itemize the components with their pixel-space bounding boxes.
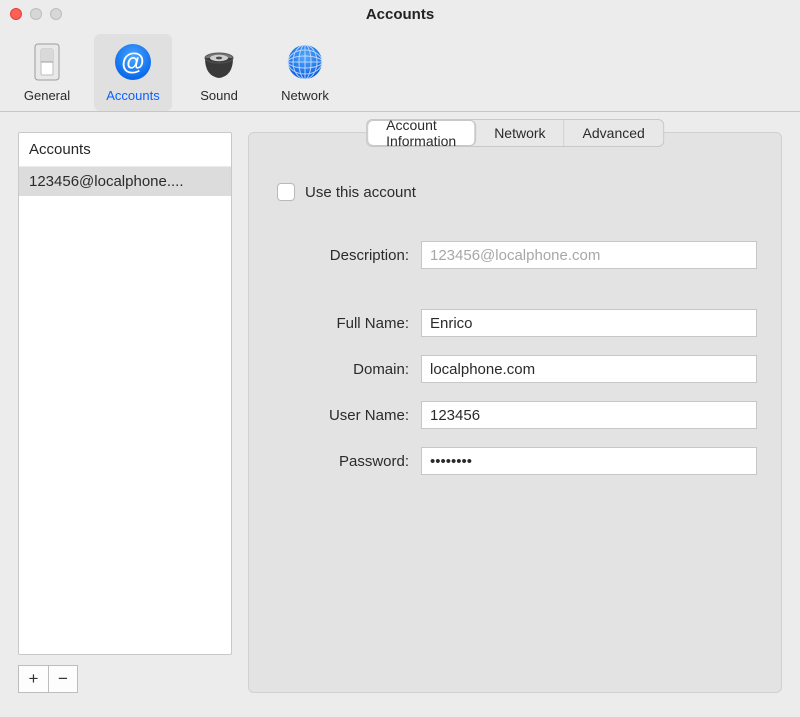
full-name-label: Full Name:	[273, 315, 421, 332]
domain-input[interactable]	[421, 355, 757, 383]
main-content: Accounts 123456@localphone.... + − Accou…	[0, 112, 800, 711]
password-label: Password:	[273, 453, 421, 470]
toolbar-item-sound[interactable]: Sound	[180, 34, 258, 111]
at-icon: @	[111, 40, 155, 84]
toolbar-item-label: Accounts	[106, 88, 159, 103]
accounts-sidebar: Accounts 123456@localphone.... + −	[18, 132, 232, 693]
password-row: Password:	[273, 447, 757, 475]
add-account-button[interactable]: +	[18, 665, 48, 693]
description-row: Description:	[273, 241, 757, 269]
detail-tabs: Account Information Network Advanced	[366, 119, 664, 147]
toolbar-item-network[interactable]: Network	[266, 34, 344, 111]
full-name-input[interactable]	[421, 309, 757, 337]
accounts-list: Accounts 123456@localphone....	[18, 132, 232, 655]
use-account-label: Use this account	[305, 184, 416, 201]
toolbar-item-label: Sound	[200, 88, 238, 103]
tab-account-information[interactable]: Account Information	[368, 121, 475, 145]
use-account-row: Use this account	[277, 183, 757, 201]
account-list-item[interactable]: 123456@localphone....	[19, 167, 231, 196]
titlebar: Accounts	[0, 0, 800, 28]
accounts-list-header: Accounts	[19, 133, 231, 167]
toolbar-item-accounts[interactable]: @ Accounts	[94, 34, 172, 111]
switch-icon	[25, 40, 69, 84]
password-input[interactable]	[421, 447, 757, 475]
window-title: Accounts	[0, 6, 800, 23]
description-label: Description:	[273, 247, 421, 264]
account-form: Use this account Description: Full Name:…	[249, 153, 781, 517]
user-name-label: User Name:	[273, 407, 421, 424]
preferences-toolbar: General @ Accounts Sound	[0, 28, 800, 112]
description-input[interactable]	[421, 241, 757, 269]
user-name-row: User Name:	[273, 401, 757, 429]
toolbar-item-general[interactable]: General	[8, 34, 86, 111]
svg-text:@: @	[121, 49, 144, 76]
use-account-checkbox[interactable]	[277, 183, 295, 201]
tab-advanced[interactable]: Advanced	[565, 120, 663, 146]
toolbar-item-label: General	[24, 88, 70, 103]
account-detail-panel: Account Information Network Advanced Use…	[248, 132, 782, 693]
toolbar-item-label: Network	[281, 88, 329, 103]
speaker-icon	[197, 40, 241, 84]
user-name-input[interactable]	[421, 401, 757, 429]
remove-account-button[interactable]: −	[48, 665, 78, 693]
add-remove-controls: + −	[18, 665, 232, 693]
full-name-row: Full Name:	[273, 309, 757, 337]
domain-row: Domain:	[273, 355, 757, 383]
globe-icon	[283, 40, 327, 84]
domain-label: Domain:	[273, 361, 421, 378]
tab-network[interactable]: Network	[476, 120, 564, 146]
